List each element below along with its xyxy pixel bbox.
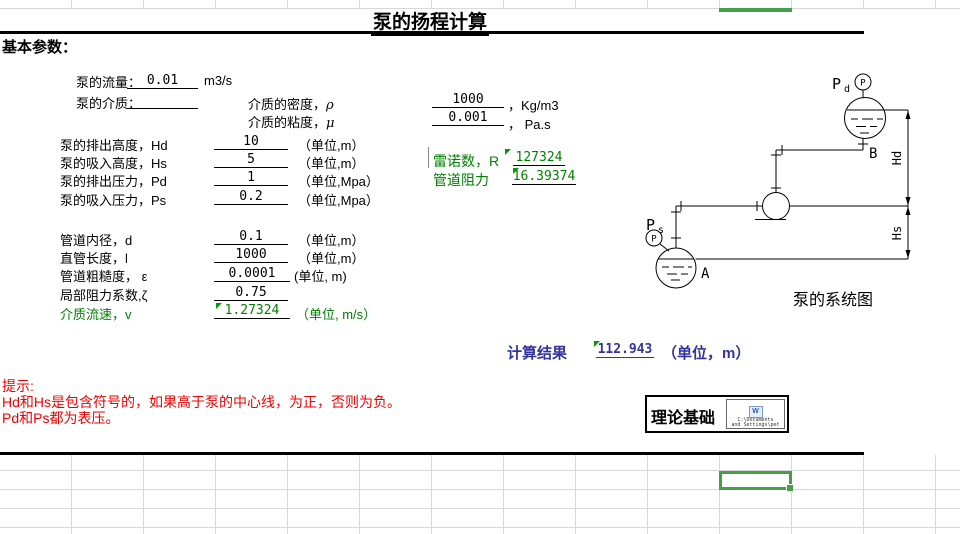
cell-border-fragment	[428, 147, 429, 168]
field-hs-unit: （单位,m）	[298, 156, 365, 171]
selection-top-edge	[719, 8, 792, 12]
rho-symbol: ρ	[326, 98, 334, 113]
field-result-unit: （单位，m）	[662, 345, 751, 362]
pump-system-diagram: P d P B P s P A Hd Hs	[645, 73, 911, 289]
field-pipe-d-unit: （单位,m）	[298, 233, 365, 248]
field-density-label: 介质的密度，ρ	[248, 97, 334, 113]
label-tank-a: A	[701, 266, 710, 282]
dim-label-hs: Hs	[890, 226, 904, 240]
field-pipe-l-label: 直管长度，l	[60, 251, 128, 266]
embedded-doc-path-line-2: and Settings\pet	[731, 422, 780, 428]
field-flow-value[interactable]: 0.01	[127, 73, 198, 89]
field-pd-unit: （单位,Mpa）	[298, 174, 379, 189]
section-header: 基本参数：	[2, 39, 78, 56]
label-tank-b: B	[869, 146, 877, 162]
field-zeta-value[interactable]: 0.75	[214, 285, 288, 301]
field-hd-unit: （单位,m）	[298, 138, 365, 153]
field-velocity-label: 介质流速，v	[60, 307, 132, 322]
field-viscosity-label: 介质的粘度，μ	[248, 115, 335, 131]
gauge-ps-letter: P	[651, 235, 657, 245]
title-rule	[0, 31, 864, 34]
dim-label-hd: Hd	[890, 151, 904, 165]
tank-a	[655, 247, 697, 289]
pump-icon	[762, 192, 790, 220]
label-ps: P	[646, 216, 655, 234]
field-viscosity-unit: ， Pa.s	[508, 117, 551, 132]
label-ps-sub: s	[658, 225, 664, 236]
field-hs-value[interactable]: 5	[214, 152, 288, 168]
field-resistance-label: 管道阻力	[433, 172, 489, 188]
spreadsheet-canvas: 泵的扬程计算 基本参数： 泵的流量： 0.01 m3/s 泵的介质： 介质的密度…	[0, 0, 960, 534]
comment-triangle-reynolds	[505, 149, 511, 155]
field-pipe-d-value[interactable]: 0.1	[214, 229, 288, 245]
field-pd-label: 泵的排出压力，Pd	[60, 174, 167, 189]
field-hd-label: 泵的排出高度，Hd	[60, 138, 168, 153]
selected-cell[interactable]	[719, 471, 794, 492]
field-pd-value[interactable]: 1	[214, 170, 288, 186]
theory-basis-label: 理论基础	[651, 410, 716, 427]
gauge-pd-letter: P	[860, 79, 866, 89]
label-pd-sub: d	[844, 84, 850, 95]
field-pipe-d-label: 管道内径，d	[60, 233, 133, 248]
diagram-caption: 泵的系统图	[793, 292, 874, 309]
field-ps-label: 泵的吸入压力，Ps	[60, 193, 167, 208]
field-roughness-value[interactable]: 0.0001	[214, 266, 290, 282]
field-medium-value[interactable]	[127, 93, 198, 109]
field-resistance-value[interactable]: 16.39374	[512, 169, 576, 185]
field-zeta-label: 局部阻力系数,ζ	[60, 288, 148, 303]
field-density-unit: ，Kg/m3	[508, 98, 559, 113]
field-viscosity-value[interactable]: 0.001	[432, 110, 504, 126]
theory-basis-box[interactable]: 理论基础 W C:\Documents and Settings\pet	[645, 395, 789, 433]
field-hs-label: 泵的吸入高度，Hs	[60, 156, 167, 171]
field-pipe-l-value[interactable]: 1000	[214, 247, 288, 263]
field-density-value[interactable]: 1000	[432, 92, 504, 108]
mu-symbol: μ	[326, 116, 335, 131]
fill-handle[interactable]	[786, 484, 794, 492]
notes-line-2: Pd和Ps都为表压。	[2, 410, 120, 426]
page-title: 泵的扬程计算	[290, 7, 570, 36]
field-roughness-label: 管道粗糙度， ε	[60, 269, 148, 284]
field-ps-value[interactable]: 0.2	[214, 189, 288, 205]
field-result-label: 计算结果	[507, 345, 568, 362]
embedded-doc-object[interactable]: W C:\Documents and Settings\pet	[726, 399, 785, 429]
field-velocity-value[interactable]: 1.27324	[214, 303, 290, 319]
field-ps-unit: （单位,Mpa）	[298, 193, 379, 208]
field-pipe-l-unit: （单位,m）	[298, 251, 365, 266]
field-result-value[interactable]: 112.943	[596, 342, 654, 358]
field-reynolds-label: 雷诺数，R	[433, 153, 500, 169]
label-pd: P	[832, 75, 841, 93]
field-velocity-unit: （单位, m/s）	[296, 307, 377, 322]
field-flow-unit: m3/s	[204, 73, 233, 88]
field-roughness-unit: (单位, m)	[294, 269, 347, 284]
bottom-grid-area[interactable]	[0, 455, 960, 534]
field-hd-value[interactable]: 10	[214, 134, 288, 150]
tank-b	[844, 97, 886, 139]
field-reynolds-value[interactable]: 127324	[513, 150, 565, 166]
